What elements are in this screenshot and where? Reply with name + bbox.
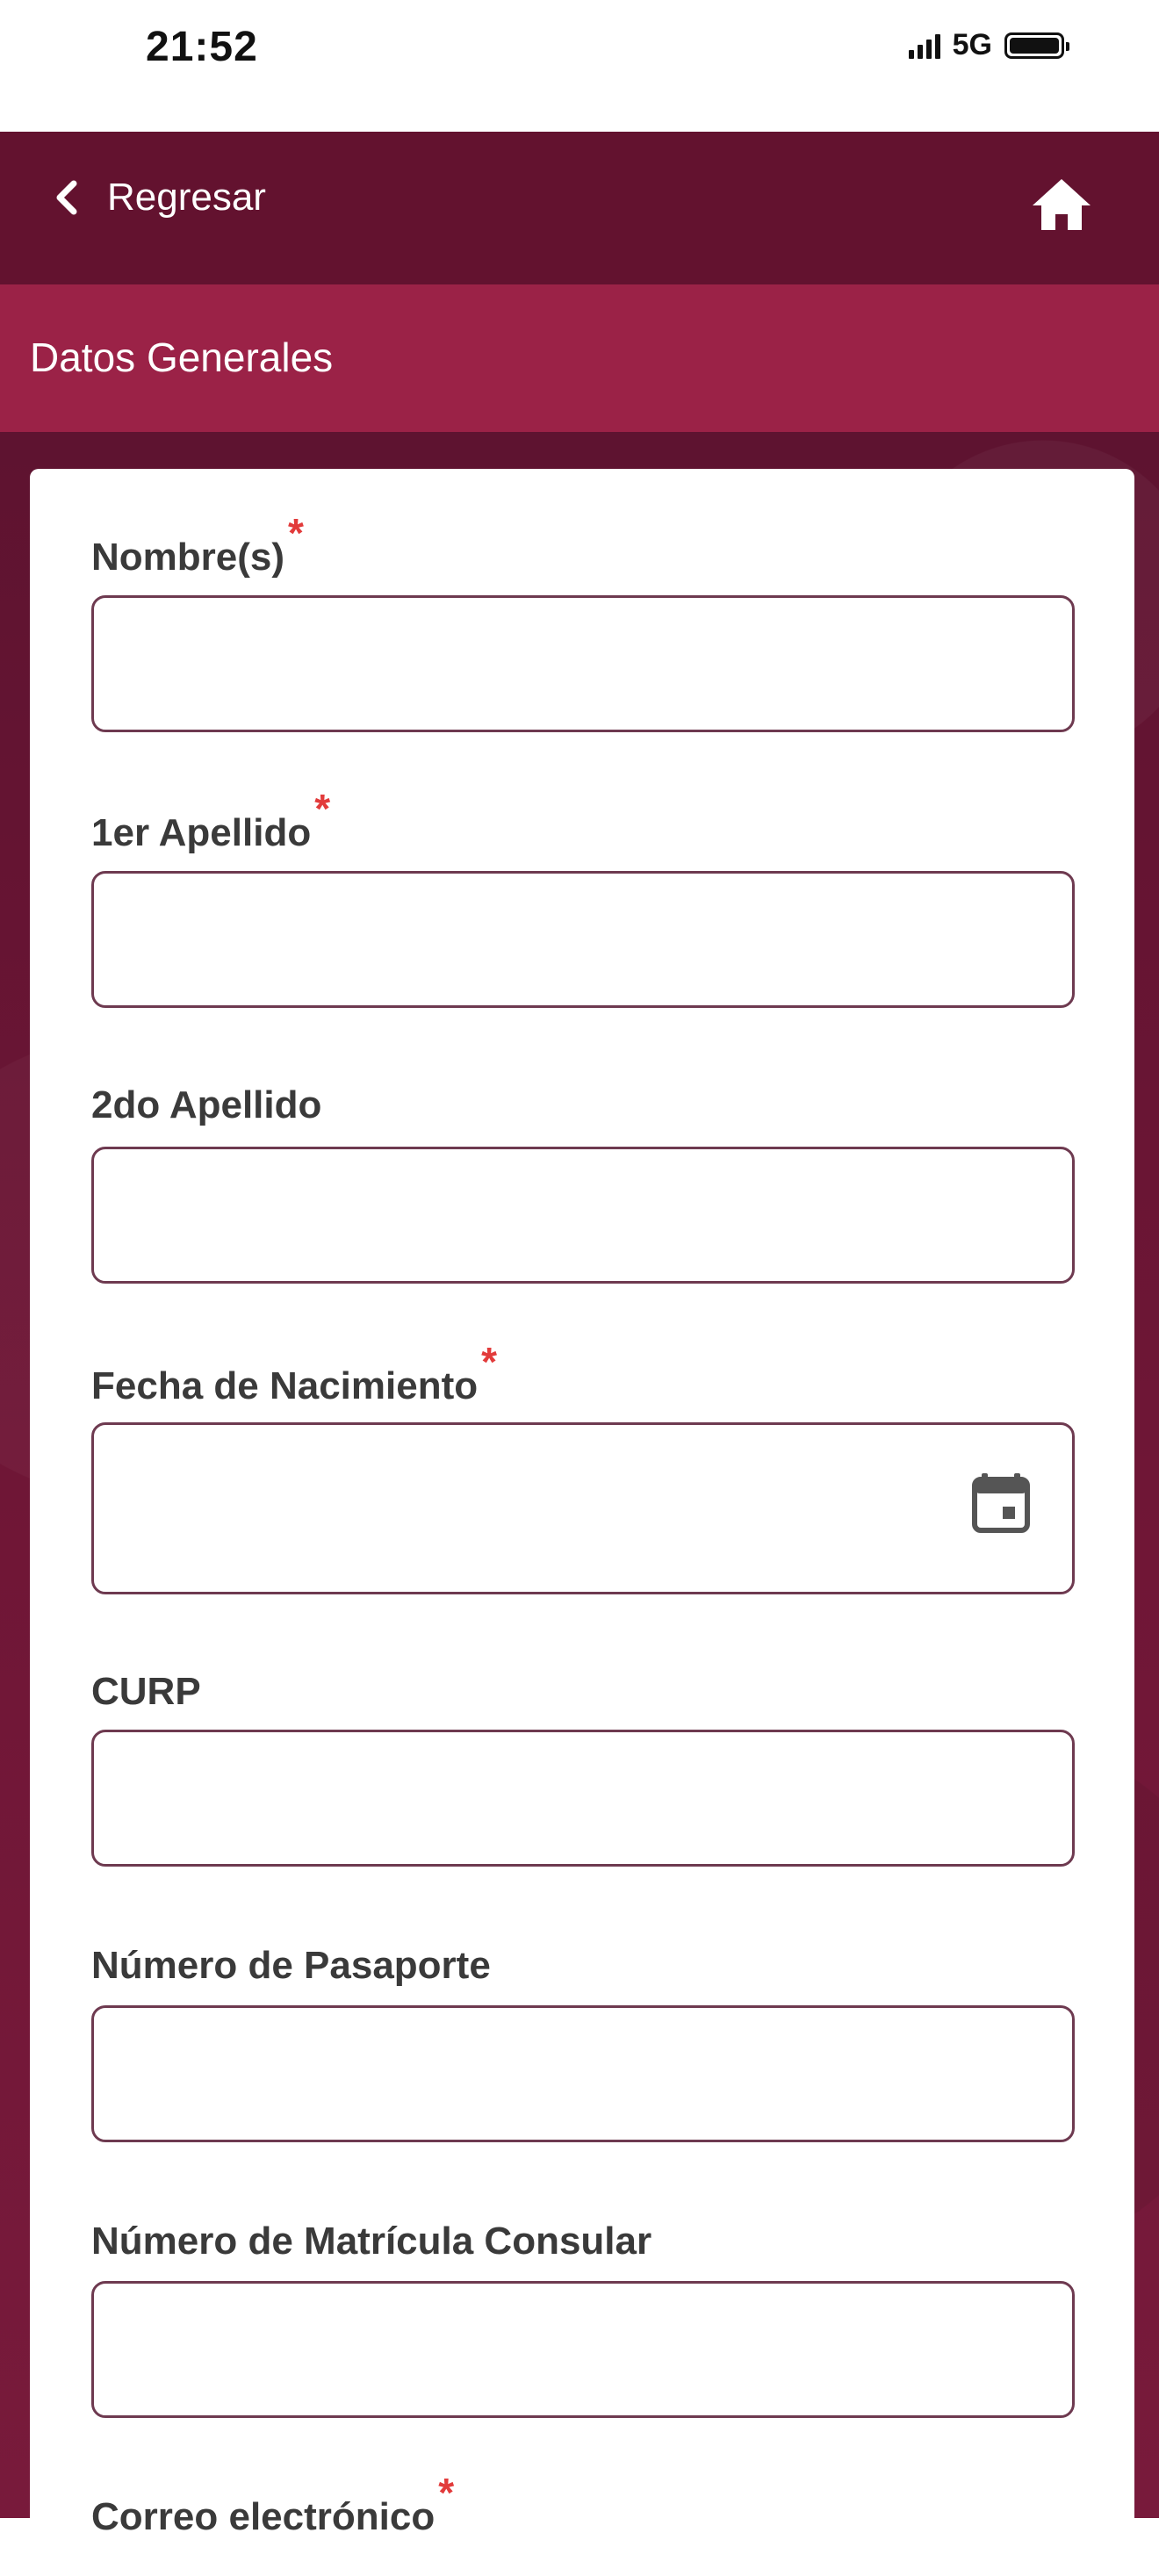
label-pasaporte: Número de Pasaporte [91, 1944, 491, 1988]
primer-apellido-input[interactable] [91, 871, 1075, 1008]
chevron-left-icon [56, 180, 77, 215]
battery-icon [1004, 32, 1069, 59]
label-curp: CURP [91, 1670, 201, 1714]
network-label: 5G [952, 28, 992, 61]
calendar-icon[interactable] [971, 1471, 1031, 1535]
back-label: Regresar [107, 176, 266, 219]
status-icons: 5G [908, 28, 1069, 62]
segundo-apellido-input[interactable] [91, 1147, 1075, 1284]
label-text: Número de Pasaporte [91, 1944, 491, 1987]
nav-bar: Regresar [0, 132, 1159, 284]
curp-input[interactable] [91, 1730, 1075, 1867]
section-title: Datos Generales [30, 335, 334, 380]
label-primer-apellido: 1er Apellido* [91, 786, 330, 855]
pasaporte-input[interactable] [91, 2005, 1075, 2142]
label-text: Nombre(s) [91, 536, 285, 579]
label-segundo-apellido: 2do Apellido [91, 1083, 321, 1127]
fecha-nacimiento-input[interactable] [91, 1422, 1075, 1594]
nombre-input[interactable] [91, 595, 1075, 732]
signal-icon [908, 32, 940, 59]
required-star: * [314, 786, 331, 831]
section-header: Datos Generales [0, 284, 1159, 432]
label-nombre: Nombre(s)* [91, 510, 304, 579]
label-text: Correo electrónico [91, 2495, 436, 2538]
label-text: 1er Apellido [91, 811, 312, 854]
status-bar: 21:52 5G [0, 0, 1159, 132]
matricula-consular-input[interactable] [91, 2281, 1075, 2418]
status-time: 21:52 [146, 24, 258, 70]
required-star: * [481, 1339, 498, 1385]
label-matricula-consular: Número de Matrícula Consular [91, 2220, 651, 2263]
label-text: 2do Apellido [91, 1083, 322, 1126]
required-star: * [438, 2470, 455, 2515]
home-icon[interactable] [1031, 177, 1092, 232]
label-text: Fecha de Nacimiento [91, 1364, 479, 1407]
label-text: CURP [91, 1670, 201, 1713]
label-correo: Correo electrónico* [91, 2470, 454, 2539]
label-fecha-nacimiento: Fecha de Nacimiento* [91, 1339, 497, 1408]
required-star: * [288, 510, 304, 556]
back-button[interactable]: Regresar [51, 176, 266, 219]
label-text: Número de Matrícula Consular [91, 2220, 652, 2263]
